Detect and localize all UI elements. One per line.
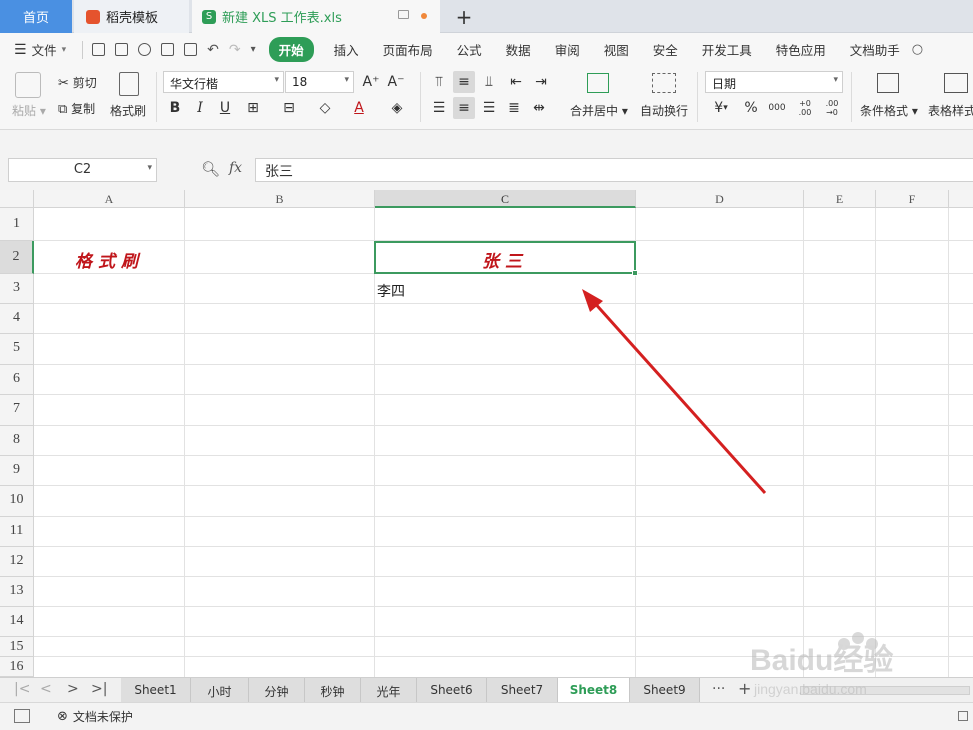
sheet-tab-lightyear[interactable]: 光年 (361, 678, 417, 702)
baidu-watermark: Baidu经验 jingyan.baidu.com (750, 632, 893, 697)
more-sheets-icon[interactable]: ··· (712, 681, 725, 697)
sheet-tab-sheet7[interactable]: Sheet7 (487, 678, 558, 702)
workbook-icon[interactable] (14, 709, 30, 723)
protection-status-label: 文档未保护 (72, 710, 133, 724)
sheet-tab-minute[interactable]: 分钟 (249, 678, 305, 702)
first-sheet-icon[interactable]: |< (14, 681, 30, 697)
arrow-shaft (590, 298, 767, 495)
protection-status[interactable]: ⊗ 文档未保护 (57, 708, 133, 725)
watermark-brand: Baidu经验 (750, 643, 893, 677)
fullscreen-icon[interactable] (958, 711, 968, 721)
sheet-tab-sheet6[interactable]: Sheet6 (417, 678, 487, 702)
sheet-tab-sheet1[interactable]: Sheet1 (121, 678, 191, 702)
paw-toe (852, 632, 864, 644)
watermark-url: jingyan.baidu.com (753, 681, 867, 697)
status-bar: ⊗ 文档未保护 (0, 702, 973, 730)
sheet-tab-sheet9[interactable]: Sheet9 (630, 678, 700, 702)
sheet-tab-sheet8[interactable]: Sheet8 (558, 678, 630, 702)
shield-icon: ⊗ (57, 709, 68, 724)
last-sheet-icon[interactable]: >| (91, 681, 107, 697)
prev-sheet-icon[interactable]: < (40, 681, 52, 697)
next-sheet-icon[interactable]: > (67, 681, 79, 697)
annotation-arrow (582, 289, 767, 495)
sheet-tab-second[interactable]: 秒钟 (305, 678, 361, 702)
sheet-tab-hour[interactable]: 小时 (191, 678, 249, 702)
